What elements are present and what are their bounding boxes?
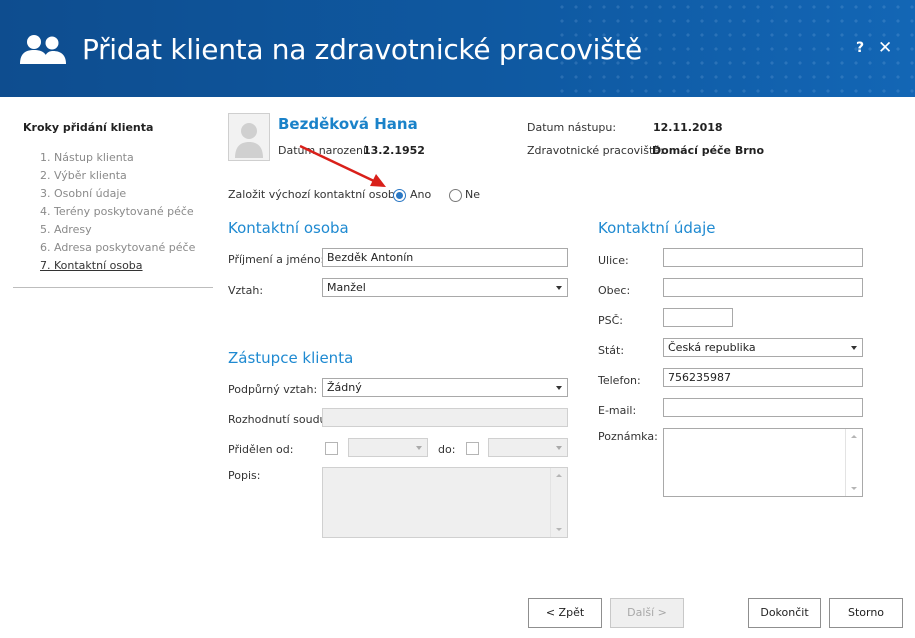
person-silhouette-icon — [235, 123, 263, 158]
step-item[interactable]: 1. Nástup klienta — [40, 151, 195, 169]
steps-title: Kroky přidání klienta — [23, 121, 154, 134]
support-relation-label: Podpůrný vztah: — [228, 383, 318, 396]
court-decision-input — [322, 408, 568, 427]
zip-input[interactable] — [663, 308, 733, 327]
country-select[interactable]: Česká republika — [663, 338, 863, 357]
radio-no-label[interactable]: Ne — [465, 188, 480, 201]
step-item[interactable]: 6. Adresa poskytované péče — [40, 241, 195, 259]
contact-name-label: Příjmení a jméno: — [228, 253, 325, 266]
radio-no[interactable] — [449, 189, 462, 202]
back-button[interactable]: < Zpět — [528, 598, 602, 628]
assigned-to-date — [488, 438, 568, 457]
city-label: Obec: — [598, 284, 631, 297]
relation-label: Vztah: — [228, 284, 264, 297]
workplace-value: Domácí péče Brno — [652, 144, 765, 157]
dialog-title: Přidat klienta na zdravotnické pracovišt… — [82, 33, 642, 66]
start-date-label: Datum nástupu: — [527, 121, 617, 134]
finish-button[interactable]: Dokončit — [748, 598, 821, 628]
country-label: Stát: — [598, 344, 625, 357]
assigned-from-date — [348, 438, 428, 457]
phone-label: Telefon: — [598, 374, 641, 387]
contact-person-heading: Kontaktní osoba — [228, 219, 349, 237]
note-textarea[interactable] — [663, 428, 863, 497]
sidebar-divider — [13, 287, 213, 288]
court-decision-label: Rozhodnutí soudu: — [228, 413, 331, 426]
street-label: Ulice: — [598, 254, 629, 267]
assigned-from-label: Přidělen od: — [228, 443, 294, 456]
street-input[interactable] — [663, 248, 863, 267]
start-date-value: 12.11.2018 — [653, 121, 723, 134]
radio-yes[interactable] — [393, 189, 406, 202]
users-icon — [20, 35, 66, 64]
annotation-arrow-icon — [299, 144, 386, 187]
relation-select[interactable]: Manžel — [322, 278, 568, 297]
note-scrollbar[interactable] — [845, 429, 862, 496]
next-button: Další > — [610, 598, 684, 628]
contact-details-heading: Kontaktní údaje — [598, 219, 716, 237]
cancel-button[interactable]: Storno — [829, 598, 903, 628]
help-button[interactable]: ? — [856, 40, 864, 56]
zip-label: PSČ: — [598, 314, 624, 327]
note-label: Poznámka: — [598, 430, 658, 443]
representative-heading: Zástupce klienta — [228, 349, 354, 367]
description-scrollbar — [550, 468, 567, 537]
radio-yes-label[interactable]: Ano — [410, 188, 431, 201]
step-item[interactable]: 5. Adresy — [40, 223, 195, 241]
steps-list: 1. Nástup klienta 2. Výběr klienta 3. Os… — [40, 151, 195, 277]
step-item[interactable]: 3. Osobní údaje — [40, 187, 195, 205]
assigned-to-checkbox[interactable] — [466, 442, 479, 455]
client-name: Bezděková Hana — [278, 115, 418, 133]
description-textarea — [322, 467, 568, 538]
city-input[interactable] — [663, 278, 863, 297]
description-label: Popis: — [228, 469, 261, 482]
dialog-header: Přidat klienta na zdravotnické pracovišt… — [0, 0, 915, 97]
email-input[interactable] — [663, 398, 863, 417]
close-button[interactable]: ✕ — [878, 38, 892, 58]
assigned-to-label: do: — [438, 443, 456, 456]
phone-input[interactable]: 756235987 — [663, 368, 863, 387]
assigned-from-checkbox[interactable] — [325, 442, 338, 455]
step-item-active[interactable]: 7. Kontaktní osoba — [40, 259, 195, 277]
support-relation-select[interactable]: Žádný — [322, 378, 568, 397]
email-label: E-mail: — [598, 404, 637, 417]
contact-name-input[interactable]: Bezděk Antonín — [322, 248, 568, 267]
step-item[interactable]: 4. Terény poskytované péče — [40, 205, 195, 223]
step-item[interactable]: 2. Výběr klienta — [40, 169, 195, 187]
workplace-label: Zdravotnické pracoviště: — [527, 144, 664, 157]
client-avatar — [228, 113, 270, 161]
